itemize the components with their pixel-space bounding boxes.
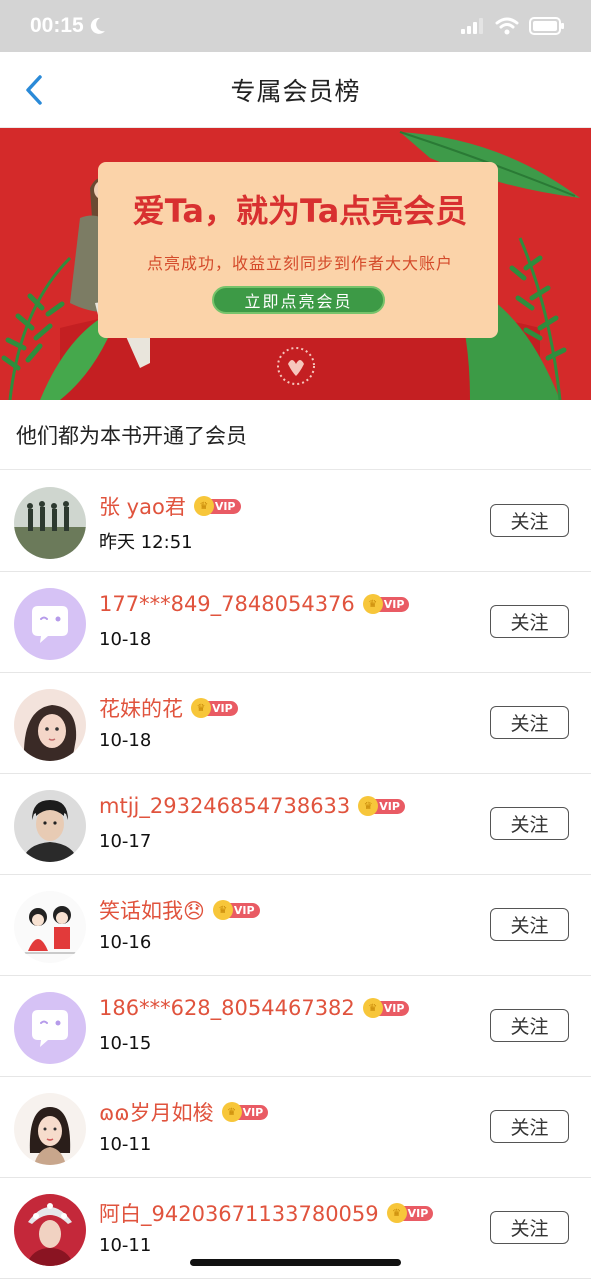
screen: 00:15 专属会员榜 爱Ta，就为Ta点亮会员 点亮成功，收益立刻同步到作者大… xyxy=(0,0,591,1280)
chevron-left-icon xyxy=(26,75,42,105)
follow-button[interactable]: 关注 xyxy=(490,1009,569,1042)
crown-icon: ♛ xyxy=(193,496,214,516)
status-time: 00:15 xyxy=(30,14,84,37)
default-chat-avatar-icon xyxy=(14,992,86,1064)
vip-badge: ♛ VIP xyxy=(386,1203,434,1223)
avatar[interactable] xyxy=(14,689,86,761)
section-header: 他们都为本书开通了会员 xyxy=(0,400,591,470)
member-name[interactable]: mtjj_293246854738633 xyxy=(99,794,350,818)
avatar[interactable] xyxy=(14,1194,86,1266)
woman-illustration-avatar-icon xyxy=(14,1093,86,1165)
vip-badge: ♛ VIP xyxy=(212,900,260,920)
member-name[interactable]: 花妹的花 xyxy=(99,693,183,723)
member-date: 10-15 xyxy=(99,1033,152,1054)
moon-icon xyxy=(90,17,105,34)
list-item[interactable]: ɷɷ岁月如梭 ♛ VIP 10-11 关注 xyxy=(0,1077,591,1178)
promo-banner[interactable]: 爱Ta，就为Ta点亮会员 点亮成功，收益立刻同步到作者大大账户 立即点亮会员 xyxy=(0,128,591,400)
vip-badge: ♛ VIP xyxy=(362,998,410,1018)
member-date: 10-17 xyxy=(99,831,152,852)
member-name[interactable]: 笑话如我😞 xyxy=(99,895,205,925)
follow-button[interactable]: 关注 xyxy=(490,1110,569,1143)
vip-badge: ♛ VIP xyxy=(358,796,405,816)
home-indicator[interactable] xyxy=(190,1259,401,1266)
follow-button[interactable]: 关注 xyxy=(490,908,569,941)
follow-button[interactable]: 关注 xyxy=(490,706,569,739)
avatar[interactable] xyxy=(14,487,86,559)
member-date: 10-18 xyxy=(99,629,152,650)
page-title: 专属会员榜 xyxy=(230,76,361,106)
list-item[interactable]: 186***628_8054467382 ♛ VIP 10-15 关注 xyxy=(0,976,591,1077)
member-name[interactable]: 张 yao君 xyxy=(99,491,186,521)
default-chat-avatar-icon xyxy=(14,588,86,660)
member-name[interactable]: 阿白_94203671133780059 xyxy=(99,1198,379,1228)
banner-subtitle: 点亮成功，收益立刻同步到作者大大账户 xyxy=(146,254,453,273)
crown-icon: ♛ xyxy=(362,594,383,614)
member-date: 10-16 xyxy=(99,932,152,953)
list-item[interactable]: 花妹的花 ♛ VIP 10-18 关注 xyxy=(0,673,591,774)
follow-button[interactable]: 关注 xyxy=(490,1211,569,1244)
crown-icon: ♛ xyxy=(221,1102,242,1122)
banner-title: 爱Ta，就为Ta点亮会员 xyxy=(132,192,468,230)
list-item[interactable]: 177***849_7848054376 ♛ VIP 10-18 关注 xyxy=(0,572,591,673)
crown-icon: ♛ xyxy=(362,998,383,1018)
status-bar: 00:15 xyxy=(0,0,591,52)
couple-cartoon-avatar-icon xyxy=(14,891,86,963)
list-item[interactable]: 笑话如我😞 ♛ VIP 10-16 关注 xyxy=(0,875,591,976)
photo-group-avatar-icon xyxy=(14,487,86,559)
vip-badge: ♛ VIP xyxy=(221,1102,269,1122)
avatar[interactable] xyxy=(14,992,86,1064)
member-name[interactable]: ɷɷ岁月如梭 xyxy=(99,1097,214,1127)
member-name[interactable]: 177***849_7848054376 xyxy=(99,592,355,616)
list-item[interactable]: mtjj_293246854738633 ♛ VIP 10-17 关注 xyxy=(0,774,591,875)
wifi-icon xyxy=(495,17,519,35)
activate-vip-button[interactable]: 立即点亮会员 xyxy=(212,286,385,314)
avatar[interactable] xyxy=(14,588,86,660)
follow-button[interactable]: 关注 xyxy=(490,807,569,840)
follow-button[interactable]: 关注 xyxy=(490,504,569,537)
vip-badge: ♛ VIP xyxy=(191,698,238,718)
member-date: 10-11 xyxy=(99,1235,152,1256)
vip-badge: ♛ VIP xyxy=(193,496,241,516)
battery-icon xyxy=(529,17,564,35)
member-date: 昨天 12:51 xyxy=(99,532,193,553)
nav-bar: 专属会员榜 xyxy=(0,52,591,128)
crown-icon: ♛ xyxy=(191,698,211,718)
follow-button[interactable]: 关注 xyxy=(490,605,569,638)
avatar[interactable] xyxy=(14,891,86,963)
member-date: 10-11 xyxy=(99,1134,152,1155)
crown-icon: ♛ xyxy=(386,1203,407,1223)
avatar[interactable] xyxy=(14,790,86,862)
section-title: 他们都为本书开通了会员 xyxy=(16,423,247,448)
crown-icon: ♛ xyxy=(212,900,233,920)
back-button[interactable] xyxy=(16,72,52,108)
list-item[interactable]: 张 yao君 ♛ VIP 昨天 12:51 关注 xyxy=(0,471,591,572)
girl-illustration-avatar-icon xyxy=(14,689,86,761)
costume-photo-avatar-icon xyxy=(14,1194,86,1266)
signal-icon xyxy=(461,18,483,34)
avatar[interactable] xyxy=(14,1093,86,1165)
member-name[interactable]: 186***628_8054467382 xyxy=(99,996,355,1020)
member-list: 张 yao君 ♛ VIP 昨天 12:51 关注 177***849_784805… xyxy=(0,471,591,1279)
member-date: 10-18 xyxy=(99,730,152,751)
man-photo-avatar-icon xyxy=(14,790,86,862)
vip-badge: ♛ VIP xyxy=(362,594,410,614)
